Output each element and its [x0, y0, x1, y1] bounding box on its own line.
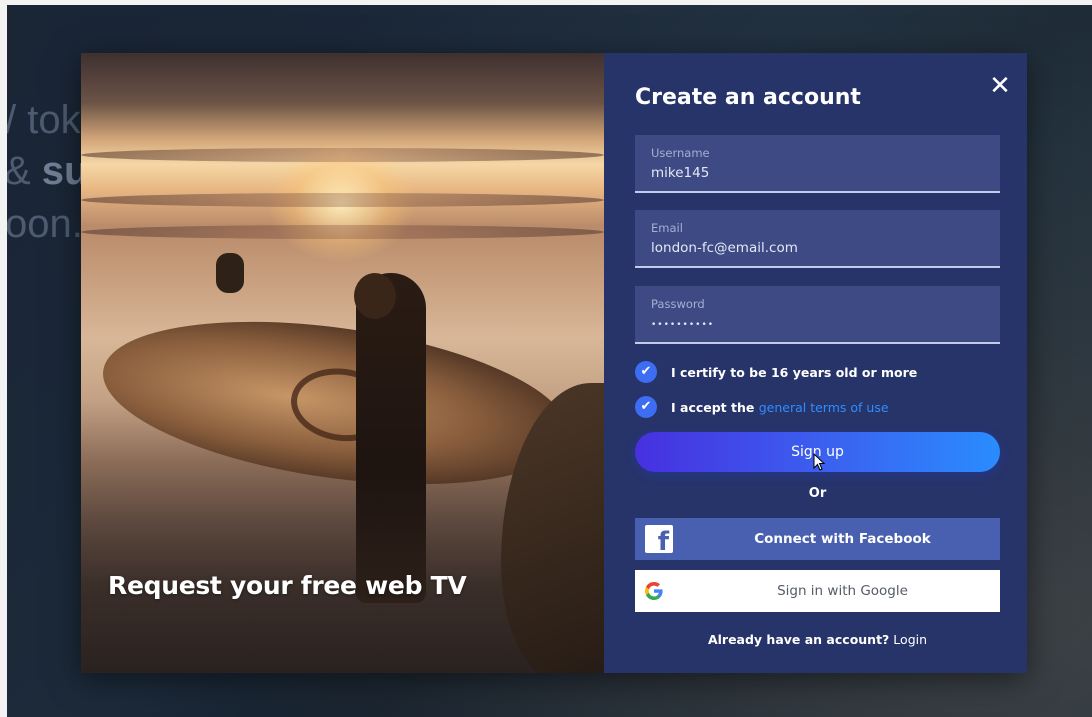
panel-title: Create an account [635, 85, 861, 110]
password-input[interactable]: •••••••••• [651, 320, 981, 330]
username-input[interactable]: mike145 [651, 165, 981, 181]
username-field[interactable]: Username mike145 [635, 135, 1000, 193]
terms-link[interactable]: general terms of use [759, 400, 889, 415]
terms-text: I accept the [671, 399, 759, 415]
age-checkbox-row: ✔ I certify to be 16 years old or more [635, 360, 917, 384]
facebook-icon: f [645, 525, 673, 553]
terms-checkbox-row: ✔ I accept the general terms of use [635, 395, 889, 419]
password-label: Password [651, 297, 705, 311]
signup-modal: Request your free web TV ✕ Create an acc… [81, 53, 1027, 673]
close-icon[interactable]: ✕ [987, 73, 1013, 99]
background-text-line: / tok [7, 98, 81, 142]
signup-panel: ✕ Create an account Username mike145 Ema… [604, 53, 1027, 673]
login-question: Already have an account? [707, 632, 890, 647]
google-signin-button[interactable]: Sign in with Google [635, 570, 1000, 612]
email-field[interactable]: Email london-fc@email.com [635, 210, 1000, 268]
login-link[interactable]: Login [893, 632, 927, 647]
photo-surfer [356, 273, 426, 603]
photo-surfboard [92, 296, 580, 510]
hero-title: Request your free web TV [108, 571, 467, 600]
email-input[interactable]: london-fc@email.com [651, 240, 981, 256]
terms-checkbox[interactable]: ✔ [635, 396, 657, 418]
google-icon [645, 582, 663, 600]
password-field[interactable]: Password •••••••••• [635, 286, 1000, 344]
photo-swimmer [216, 253, 244, 293]
background-text-line: oon. [7, 202, 83, 246]
photo-wave [81, 193, 604, 207]
username-label: Username [651, 146, 710, 160]
age-checkbox[interactable]: ✔ [635, 361, 657, 383]
mouse-cursor-icon [813, 453, 825, 471]
email-label: Email [651, 221, 683, 235]
background-text-plain: & [7, 149, 42, 193]
terms-checkbox-label: I accept the general terms of use [671, 400, 889, 415]
hero-photo: Request your free web TV [81, 53, 604, 673]
photo-surfer-head [354, 273, 396, 319]
facebook-connect-button[interactable]: f Connect with Facebook [635, 518, 1000, 560]
age-checkbox-label: I certify to be 16 years old or more [671, 364, 918, 380]
background-text-line: & su [7, 148, 88, 194]
google-button-label: Sign in with Google [777, 583, 908, 599]
or-divider: Or [808, 486, 827, 501]
login-prompt: Already have an account? Login [635, 632, 1000, 647]
photo-wave [81, 148, 604, 162]
facebook-button-label: Connect with Facebook [754, 531, 931, 547]
photo-wave [81, 225, 604, 239]
